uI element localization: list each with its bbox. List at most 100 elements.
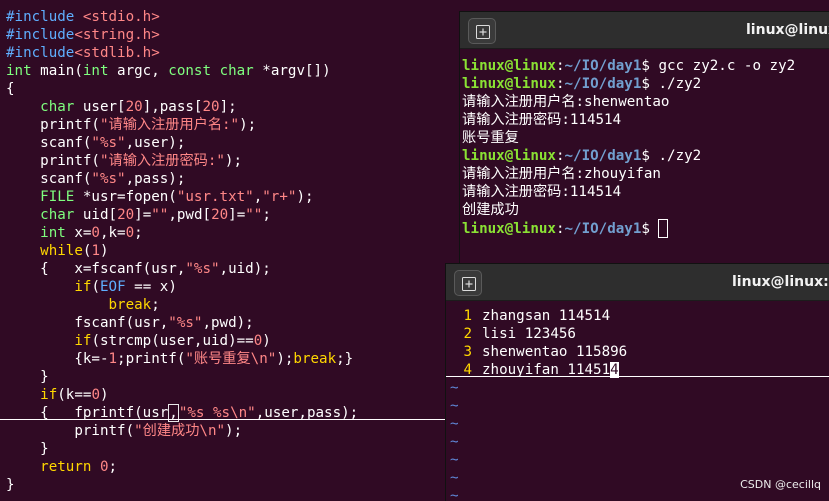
code-token: 20 bbox=[125, 99, 143, 115]
code-token: user[ bbox=[74, 99, 126, 115]
code-token: if bbox=[40, 387, 58, 403]
vim-empty-line: ~ bbox=[450, 398, 459, 414]
code-token: == x) bbox=[125, 279, 177, 295]
line-number: 2 bbox=[463, 326, 472, 342]
code-token: "%s" bbox=[91, 135, 126, 151]
code-token: break bbox=[108, 297, 152, 313]
code-token: { x=fscanf(usr, bbox=[6, 261, 186, 277]
code-token: 1 bbox=[91, 243, 100, 259]
code-token: *usr=fopen( bbox=[74, 189, 177, 205]
code-token: ); bbox=[296, 189, 314, 205]
code-token: <stdlib.h> bbox=[74, 45, 160, 61]
code-token: (k== bbox=[57, 387, 92, 403]
code-token: int bbox=[6, 63, 32, 79]
vim-empty-line: ~ bbox=[450, 380, 459, 396]
new-tab-button[interactable] bbox=[468, 18, 496, 44]
code-token: 20 bbox=[211, 207, 229, 223]
new-tab-icon bbox=[476, 25, 490, 39]
code-token: ,uid); bbox=[219, 261, 271, 277]
code-token: ; bbox=[262, 207, 271, 223]
vim-cursorline-rule bbox=[446, 376, 829, 377]
code-token: ; bbox=[134, 225, 143, 241]
vim-line: 1 zhangsan 114514 bbox=[446, 307, 829, 325]
command-text: ./zy2 bbox=[658, 148, 702, 164]
output-line: 请输入注册用户名:zhouyifan bbox=[462, 166, 661, 182]
code-token: ;} bbox=[336, 351, 354, 367]
code-token: ( bbox=[91, 279, 100, 295]
prompt-path: ~/IO/day1 bbox=[564, 76, 642, 92]
code-token: 0 bbox=[253, 333, 263, 349]
code-token: <stdio.h> bbox=[82, 9, 160, 25]
code-token: <string.h> bbox=[74, 27, 160, 43]
prompt-separator: : bbox=[555, 76, 565, 92]
code-token: ]= bbox=[228, 207, 246, 223]
code-token: argc, bbox=[108, 63, 169, 79]
watermark: CSDN @cecillq bbox=[740, 478, 821, 491]
code-token: ,pwd); bbox=[202, 315, 254, 331]
output-line: 请输入注册密码:114514 bbox=[462, 112, 622, 128]
code-token: 20 bbox=[117, 207, 135, 223]
terminal-2-titlebar[interactable]: linux@linux: ~ bbox=[446, 264, 829, 301]
terminal-window-1[interactable]: linux@linux linux@linux:~/IO/day1$ gcc z… bbox=[460, 12, 829, 264]
code-token: ); bbox=[225, 423, 243, 439]
code-token: ,k= bbox=[99, 225, 126, 241]
terminal-1-titlebar[interactable]: linux@linux bbox=[460, 12, 829, 49]
code-token: printf( bbox=[6, 117, 100, 133]
code-token: "r+" bbox=[262, 189, 297, 205]
code-token: ,pass); bbox=[125, 171, 186, 187]
code-token: if bbox=[74, 333, 92, 349]
code-token: "%s" bbox=[168, 315, 203, 331]
code-token: "usr.txt" bbox=[176, 189, 254, 205]
code-token: uid[ bbox=[74, 207, 118, 223]
code-token: 20 bbox=[202, 99, 220, 115]
code-token: ); bbox=[239, 117, 257, 133]
code-token: (strcmp(user,uid)== bbox=[91, 333, 254, 349]
prompt-line: linux@linux:~/IO/day1$ ./zy2 bbox=[462, 75, 829, 93]
line-text: shenwentao 115896 bbox=[482, 344, 628, 360]
prompt-path: ~/IO/day1 bbox=[564, 58, 642, 74]
code-token: "" bbox=[151, 207, 169, 223]
prompt-line: linux@linux:~/IO/day1$ bbox=[462, 219, 829, 238]
code-token: ; bbox=[108, 459, 118, 475]
code-token: ]= bbox=[134, 207, 152, 223]
code-token: #include bbox=[6, 45, 75, 61]
code-token: "" bbox=[245, 207, 263, 223]
new-tab-button-2[interactable] bbox=[454, 270, 482, 296]
code-token: while bbox=[40, 243, 83, 259]
vim-buffer[interactable]: 1 zhangsan 114514 2 lisi 123456 3 shenwentao … bbox=[446, 301, 829, 501]
terminal-1-output[interactable]: linux@linux:~/IO/day1$ gcc zy2.c -o zy2 l… bbox=[460, 49, 829, 264]
prompt-separator: : bbox=[555, 58, 565, 74]
prompt-path: ~/IO/day1 bbox=[564, 221, 642, 237]
prompt-dollar: $ bbox=[641, 58, 659, 74]
code-token: { bbox=[6, 81, 15, 97]
output-line: 请输入注册密码:114514 bbox=[462, 184, 622, 200]
code-token: 1 bbox=[108, 351, 118, 367]
vim-empty-line: ~ bbox=[450, 452, 459, 468]
output-line: 创建成功 bbox=[462, 202, 519, 218]
output-line: 账号重复 bbox=[462, 130, 519, 146]
prompt-separator: : bbox=[555, 148, 565, 164]
vim-empty-line: ~ bbox=[450, 416, 459, 432]
prompt-user: linux@linux bbox=[462, 148, 556, 164]
code-token: "请输入注册密码:" bbox=[99, 153, 225, 169]
line-text: lisi 123456 bbox=[482, 326, 576, 342]
terminal-1-title: linux@linux bbox=[746, 22, 829, 38]
terminal-cursor bbox=[658, 219, 669, 238]
line-number: 3 bbox=[463, 344, 472, 360]
code-token: 0 bbox=[99, 459, 109, 475]
terminal-window-2[interactable]: linux@linux: ~ 1 zhangsan 114514 2 lisi 123… bbox=[446, 264, 829, 501]
code-token: ) bbox=[262, 333, 271, 349]
code-token: "请输入注册用户名:" bbox=[99, 117, 240, 133]
code-token: break bbox=[293, 351, 337, 367]
prompt-path: ~/IO/day1 bbox=[564, 148, 642, 164]
